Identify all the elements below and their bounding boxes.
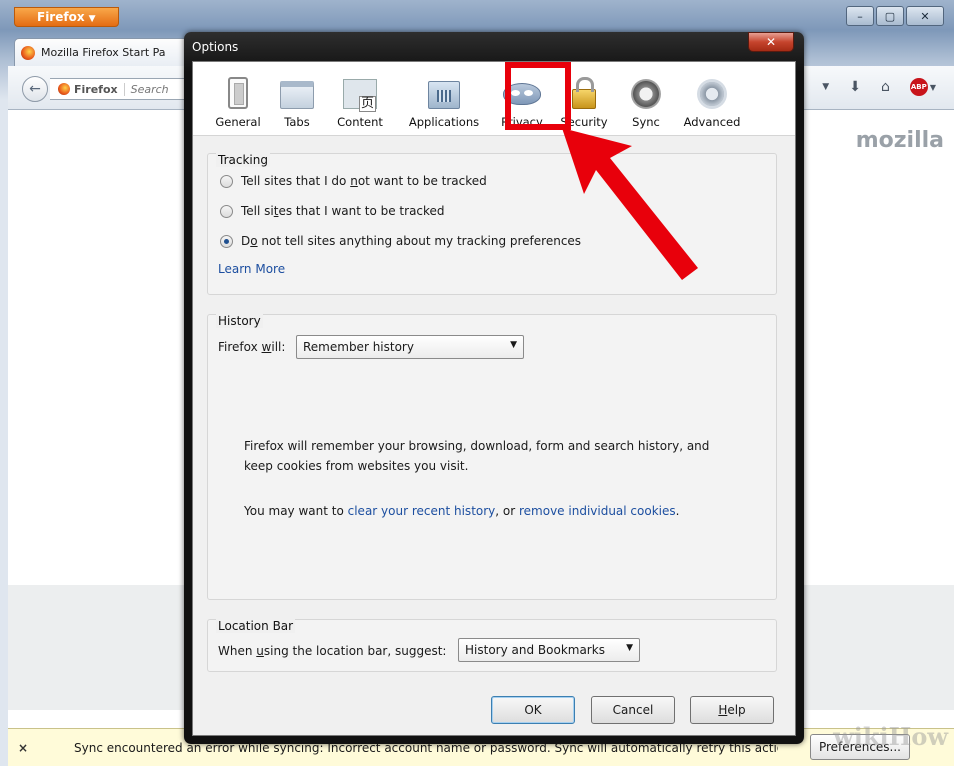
home-icon[interactable]: ⌂ [881,79,890,95]
toolbar-icons: ▼ ⬇ ⌂ ABP ▼ [822,78,936,96]
option-label: Tell sites that I do not want to be trac… [241,174,487,188]
history-mode-select[interactable]: Remember history ▼ [296,335,524,359]
options-dialog: Options ✕ General Tabs Content Applicati… [184,32,804,744]
url-bar[interactable]: Firefox Search [50,78,200,100]
notification-close-button[interactable]: × [8,741,38,755]
search-placeholder: Search [130,82,169,96]
pane-label: General [215,115,261,129]
window-close-button[interactable]: ✕ [906,6,944,26]
wikihow-watermark: wikiHow [833,722,948,751]
history-description: Firefox will remember your browsing, dow… [244,439,710,473]
dialog-close-button[interactable]: ✕ [748,32,794,52]
mozilla-brand: mozilla [855,128,944,153]
download-arrow-icon[interactable]: ⬇ [849,79,861,95]
ok-button[interactable]: OK [491,696,575,724]
location-bar-heading: Location Bar [216,619,296,633]
history-heading: History [216,314,263,328]
dropdown-arrow-icon: ▼ [510,340,517,350]
adblock-button[interactable]: ABP ▼ [909,78,936,96]
tracking-option-do-not-track[interactable]: Tell sites that I do not want to be trac… [220,174,487,188]
cancel-button[interactable]: Cancel [591,696,675,724]
tabs-icon [280,81,314,109]
back-button[interactable]: ← [22,76,48,102]
history-mode-label: Firefox will: [218,340,286,354]
history-group: History Firefox will: Remember history ▼… [207,314,777,600]
padlock-icon [572,77,596,109]
radio-button[interactable] [220,204,233,218]
radio-button[interactable] [220,174,233,188]
firefox-menu-button[interactable]: Firefox ▼ [14,7,119,27]
firefox-logo-icon [58,83,70,95]
dialog-title: Options [192,40,239,54]
toolbar-dropdown-icon[interactable]: ▼ [822,82,829,92]
minimize-button[interactable]: – [846,6,874,26]
caret-down-icon: ▼ [929,82,936,92]
tracking-option-no-preference[interactable]: Do not tell sites anything about my trac… [220,234,581,248]
window-controls: – ▢ ✕ [846,6,944,26]
dropdown-arrow-icon: ▼ [626,643,633,653]
pane-tabs[interactable]: Tabs [269,62,325,136]
applications-icon [428,81,460,109]
location-bar-group: Location Bar When using the location bar… [207,619,777,672]
adblock-icon: ABP [909,78,928,96]
maximize-icon: ▢ [884,9,896,23]
learn-more-link[interactable]: Learn More [218,262,285,276]
site-identity: Firefox [74,82,125,96]
tracking-option-track[interactable]: Tell sites that I want to be tracked [220,204,445,218]
history-suggestion: You may want to clear your recent histor… [244,504,680,518]
suggest-select[interactable]: History and Bookmarks ▼ [458,638,640,662]
caret-down-icon: ▼ [88,14,96,24]
remove-cookies-link[interactable]: remove individual cookies [519,504,676,518]
red-pointer-arrow-icon [562,128,698,280]
close-icon: ✕ [920,9,930,23]
sync-icon [631,79,661,109]
content-icon [343,79,377,112]
tracking-heading: Tracking [216,153,270,167]
close-icon: ✕ [765,35,777,49]
minimize-icon: – [857,9,863,23]
select-value: Remember history [303,340,414,354]
select-value: History and Bookmarks [465,643,605,657]
pane-content[interactable]: Content [325,62,395,136]
gear-icon [697,79,727,109]
radio-button-selected[interactable] [220,234,233,248]
firefox-menu-label: Firefox [37,10,85,24]
suggest-label: When using the location bar, suggest: [218,644,447,658]
option-label: Do not tell sites anything about my trac… [241,234,582,248]
pane-label: Tabs [284,115,310,129]
firefox-logo-icon [21,45,35,60]
general-icon [228,77,248,109]
option-label: Tell sites that I want to be tracked [241,204,445,218]
pane-general[interactable]: General [207,62,269,136]
maximize-button[interactable]: ▢ [876,6,904,26]
pane-applications[interactable]: Applications [395,62,493,136]
clear-history-link[interactable]: clear your recent history [348,504,496,518]
tab-title: Mozilla Firefox Start Pa [41,46,166,59]
pane-label: Applications [408,115,480,129]
pane-label: Content [337,115,383,129]
back-arrow-icon: ← [29,81,41,97]
browser-tab[interactable]: Mozilla Firefox Start Pa [14,38,204,66]
help-button[interactable]: Help [690,696,774,724]
